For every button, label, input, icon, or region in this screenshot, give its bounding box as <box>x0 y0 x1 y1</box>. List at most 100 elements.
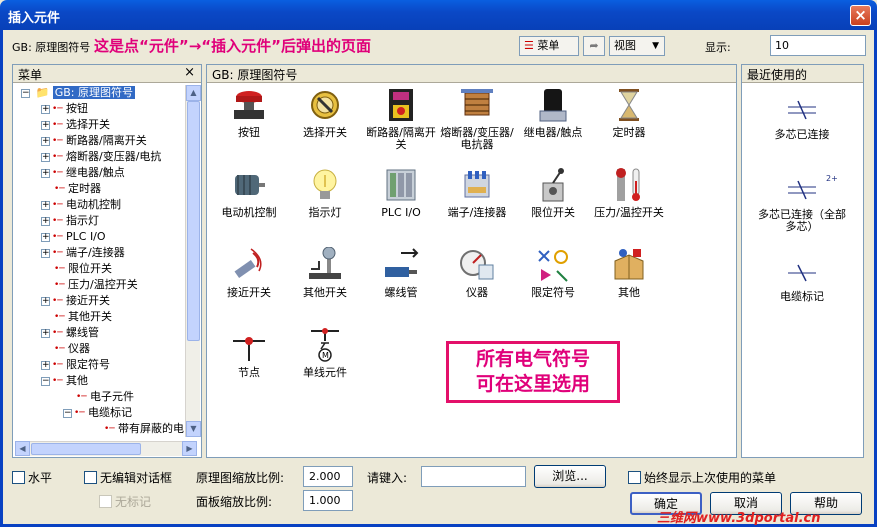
tree-item[interactable]: •─ 仪器 <box>15 341 199 357</box>
tree-item[interactable]: + •─ 指示灯 <box>15 213 199 229</box>
display-count-input[interactable]: 10 <box>770 35 866 56</box>
horizontal-checkbox[interactable]: 水平 <box>12 469 52 486</box>
recent-item[interactable]: 电缆标记 <box>756 255 848 303</box>
checkbox-box[interactable] <box>12 471 25 484</box>
single-line-icon: M <box>311 328 339 362</box>
panel-close-icon[interactable]: × <box>184 65 195 80</box>
expand-icon[interactable]: + <box>41 120 50 130</box>
tree-item[interactable]: + •─ 按钮 <box>15 101 199 117</box>
tree-item[interactable]: + •─ 端子/连接器 <box>15 245 199 261</box>
tree-item[interactable]: + •─ 断路器/隔离开关 <box>15 133 199 149</box>
hscroll-thumb[interactable] <box>31 443 141 455</box>
symbol-tile[interactable]: 指示灯 <box>287 167 363 219</box>
expand-icon[interactable]: + <box>41 216 50 226</box>
no-edit-dialog-checkbox[interactable]: 无编辑对话框 <box>84 469 172 486</box>
symbol-tile[interactable]: 其他开关 <box>287 247 363 299</box>
browse-button[interactable]: 浏览... <box>534 465 606 488</box>
tree-item[interactable]: + •─ 继电器/触点 <box>15 165 199 181</box>
close-button[interactable]: × <box>850 5 871 26</box>
node-marker-icon: •─ <box>52 200 63 210</box>
expand-icon[interactable]: + <box>41 152 50 162</box>
collapse-icon[interactable]: − <box>21 88 30 98</box>
expand-icon[interactable]: + <box>41 296 50 306</box>
symbol-tile[interactable]: 接近开关 <box>211 247 287 299</box>
schematic-scale-input[interactable]: 2.000 <box>303 466 353 487</box>
symbol-tile[interactable]: 节点 <box>211 327 287 379</box>
tree-item[interactable]: + •─ 螺线管 <box>15 325 199 341</box>
scroll-left-icon[interactable]: ◀ <box>15 441 30 456</box>
symbol-tile[interactable]: 螺线管 <box>363 247 439 299</box>
tree-item[interactable]: + •─ 限定符号 <box>15 357 199 373</box>
symbol-tile[interactable]: 端子/连接器 <box>439 167 515 219</box>
expand-icon[interactable]: + <box>41 248 50 258</box>
type-in-input[interactable] <box>421 466 526 487</box>
tree-item[interactable]: •─ 其他开关 <box>15 309 199 325</box>
tree-item[interactable]: •─ 限位开关 <box>15 261 199 277</box>
tree-root-label: GB: 原理图符号 <box>52 86 135 99</box>
tree-item[interactable]: − •─ 其他 <box>15 373 199 389</box>
recent-item-label: 多芯已连接（全部多芯） <box>758 208 846 233</box>
symbol-panel-header: GB: 原理图符号 <box>207 65 736 83</box>
node-marker-icon: •─ <box>54 264 65 274</box>
expand-icon[interactable]: + <box>41 136 50 146</box>
scroll-thumb[interactable] <box>187 101 200 341</box>
symbol-tile[interactable]: 限位开关 <box>515 167 591 219</box>
checkbox-box[interactable] <box>84 471 97 484</box>
expand-icon[interactable]: + <box>41 360 50 370</box>
expand-icon[interactable]: + <box>41 328 50 338</box>
symbol-tile-label: 其他 <box>618 286 640 299</box>
menu-button[interactable]: ☰ 菜单 <box>519 36 579 56</box>
scroll-up-icon[interactable]: ▲ <box>186 85 201 101</box>
recent-item[interactable]: 2+ 多芯已连接（全部多芯） <box>756 173 848 233</box>
tree-item[interactable]: + •─ 电动机控制 <box>15 197 199 213</box>
node-marker-icon: •─ <box>54 312 65 322</box>
scroll-down-icon[interactable]: ▼ <box>186 421 201 437</box>
node-icon <box>233 337 265 361</box>
menu-vertical-scrollbar[interactable]: ▲ ▼ <box>185 85 201 437</box>
symbol-tile-label: 限位开关 <box>531 206 575 219</box>
tree-item-label: 其他开关 <box>68 310 112 323</box>
symbol-tile[interactable]: 电动机控制 <box>211 167 287 219</box>
symbol-tile[interactable]: 按钮 <box>211 87 287 139</box>
symbol-tile[interactable]: 选择开关 <box>287 87 363 139</box>
checkbox-box[interactable] <box>628 471 641 484</box>
back-button[interactable]: ➦ <box>583 36 605 56</box>
symbol-tile[interactable]: PLC I/O <box>363 167 439 219</box>
tree-root[interactable]: − 📁 GB: 原理图符号 <box>15 85 199 101</box>
expand-icon[interactable]: − <box>63 408 72 418</box>
tree-item[interactable]: •─ 压力/温控开关 <box>15 277 199 293</box>
symbol-tile[interactable]: 定时器 <box>591 87 667 139</box>
symbol-tile[interactable]: 断路器/隔离开关 <box>363 87 439 151</box>
always-show-last-checkbox[interactable]: 始终显示上次使用的菜单 <box>628 469 776 486</box>
symbol-tile[interactable]: 熔断器/变压器/电抗器 <box>439 87 515 151</box>
symbol-tile[interactable]: 限定符号 <box>515 247 591 299</box>
symbol-tile-label: 断路器/隔离开关 <box>366 126 436 151</box>
view-dropdown[interactable]: 视图 ▼ <box>609 36 665 56</box>
scroll-right-icon[interactable]: ▶ <box>182 441 197 456</box>
expand-icon[interactable]: + <box>41 232 50 242</box>
expand-icon[interactable]: − <box>41 376 50 386</box>
tree-item[interactable]: •─ 定时器 <box>15 181 199 197</box>
symbol-tile[interactable]: 仪器 <box>439 247 515 299</box>
expand-icon[interactable]: + <box>41 200 50 210</box>
symbol-tile[interactable]: 压力/温控开关 <box>591 167 667 219</box>
tree-item[interactable]: + •─ 接近开关 <box>15 293 199 309</box>
symbol-tile[interactable]: M 单线元件 <box>287 327 363 379</box>
schematic-scale-label: 原理图缩放比例: <box>196 471 285 485</box>
menu-horizontal-scrollbar[interactable]: ◀ ▶ <box>15 441 197 456</box>
expand-icon[interactable]: + <box>41 168 50 178</box>
expand-icon[interactable]: + <box>41 104 50 114</box>
tree-item[interactable]: + •─ 熔断器/变压器/电抗 <box>15 149 199 165</box>
tree-item[interactable]: + •─ PLC I/O <box>15 229 199 245</box>
tree-subitem[interactable]: − •─ 电缆标记 <box>15 405 199 421</box>
symbol-tile[interactable]: 其他 <box>591 247 667 299</box>
symbol-tile[interactable]: 继电器/触点 <box>515 87 591 139</box>
back-arrow-icon: ➦ <box>589 39 599 52</box>
tree-subitem[interactable]: •─ 带有屏蔽的电 <box>15 421 199 437</box>
recent-item[interactable]: 多芯已连接 <box>756 93 848 141</box>
tree-subitem[interactable]: •─ 电子元件 <box>15 389 199 405</box>
tree-item[interactable]: + •─ 选择开关 <box>15 117 199 133</box>
tree-item-label: 断路器/隔离开关 <box>66 134 147 147</box>
instrument-icon <box>460 250 494 280</box>
panel-scale-input[interactable]: 1.000 <box>303 490 353 511</box>
